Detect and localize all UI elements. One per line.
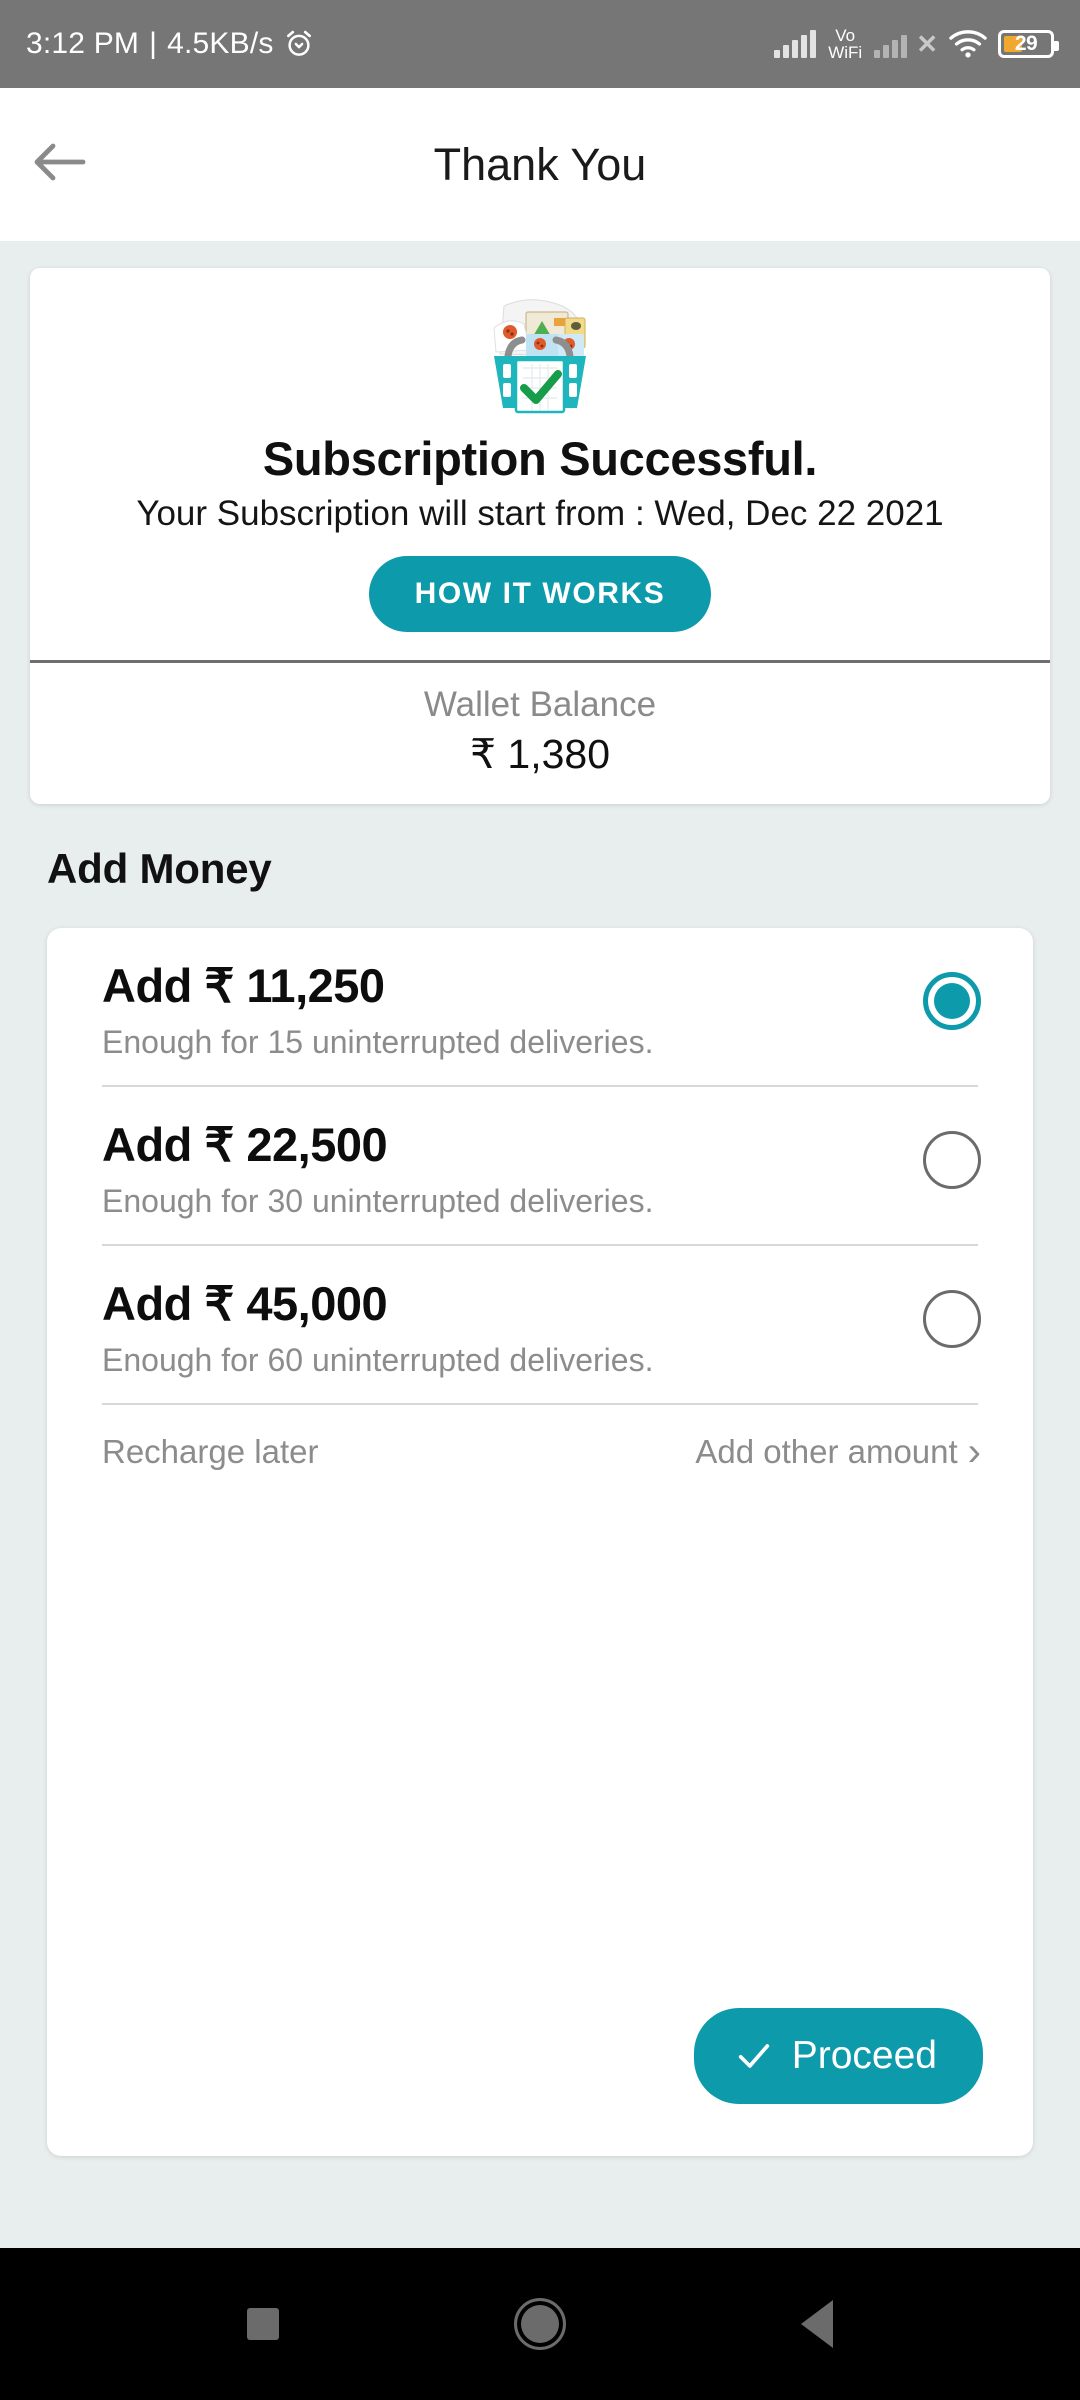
clock-time: 3:12 PM [26,27,140,60]
amount-option-2[interactable]: Add ₹ 22,500 Enough for 30 uninterrupted… [47,1087,1033,1220]
app-bar: Thank You [0,88,1080,241]
success-card-top: Subscription Successful. Your Subscripti… [30,268,1050,660]
volte-line-2: WiFi [828,43,863,62]
card-footer-row: Recharge later Add other amount › [47,1405,1033,1474]
circle-home-icon[interactable] [513,2298,566,2350]
add-other-amount-link[interactable]: Add other amount › [695,1430,981,1474]
option-1-radio-selected[interactable] [923,972,981,1030]
option-3-description: Enough for 60 uninterrupted deliveries. [102,1342,654,1378]
status-bar-left: 3:12 PM | 4.5KB/s [26,27,314,61]
wifi-icon [949,30,987,58]
add-other-amount-label: Add other amount [695,1433,958,1470]
subscription-success-card: Subscription Successful. Your Subscripti… [30,268,1050,804]
chevron-right-icon: › [967,1430,981,1474]
wallet-balance-label: Wallet Balance [423,685,657,724]
add-money-heading: Add Money [47,845,272,892]
recharge-later-link[interactable]: Recharge later [102,1433,318,1471]
option-2-amount: Add ₹ 22,500 [102,1118,388,1171]
signal-bars-sim2-icon [874,30,908,58]
signal-bars-sim1-icon [774,30,817,58]
status-bar: 3:12 PM | 4.5KB/s Vo WiFi ✕ 29 [0,0,1080,88]
status-bar-right: Vo WiFi ✕ 29 [774,27,1059,61]
option-1-description: Enough for 15 uninterrupted deliveries. [102,1024,654,1060]
amount-option-3[interactable]: Add ₹ 45,000 Enough for 60 uninterrupted… [47,1246,1033,1379]
app-screen: 3:12 PM | 4.5KB/s Vo WiFi ✕ 29 Thank You… [0,0,1080,2400]
triangle-back-icon[interactable] [800,2300,833,2348]
android-nav-bar [0,2248,1080,2400]
battery-icon: 29 [998,30,1059,58]
success-title: Subscription Successful. [262,432,818,485]
volte-line-1: Vo [835,26,856,45]
option-2-radio[interactable] [923,1131,981,1189]
option-3-texts: Add ₹ 45,000 Enough for 60 uninterrupted… [102,1276,923,1379]
option-1-texts: Add ₹ 11,250 Enough for 15 uninterrupted… [102,958,923,1061]
add-money-card: Add ₹ 11,250 Enough for 15 uninterrupted… [47,928,1033,2156]
option-1-amount: Add ₹ 11,250 [102,959,385,1012]
shopping-basket-icon [470,294,610,419]
option-3-amount: Add ₹ 45,000 [102,1277,388,1330]
wallet-balance-amount: ₹ 1,380 [469,731,611,777]
page-title: Thank You [433,138,647,190]
battery-percent-label: 29 [1014,32,1038,55]
wallet-balance-section: Wallet Balance ₹ 1,380 [30,663,1050,804]
option-3-radio[interactable] [923,1290,981,1348]
how-it-works-button[interactable]: HOW IT WORKS [368,556,712,632]
volte-wifi-icon: Vo WiFi [828,27,862,61]
success-subtitle: Your Subscription will start from : Wed,… [136,494,944,533]
option-2-texts: Add ₹ 22,500 Enough for 30 uninterrupted… [102,1117,923,1220]
check-icon [734,2036,774,2076]
sim2-no-service-icon: ✕ [916,28,938,59]
alarm-clock-icon [284,29,314,59]
proceed-button[interactable]: Proceed [693,2008,983,2104]
status-separator: | [149,27,158,60]
option-2-description: Enough for 30 uninterrupted deliveries. [102,1183,654,1219]
amount-option-1[interactable]: Add ₹ 11,250 Enough for 15 uninterrupted… [47,928,1033,1061]
proceed-label: Proceed [791,2034,937,2077]
square-recents-icon[interactable] [247,2308,280,2340]
network-speed: 4.5KB/s [167,27,274,60]
